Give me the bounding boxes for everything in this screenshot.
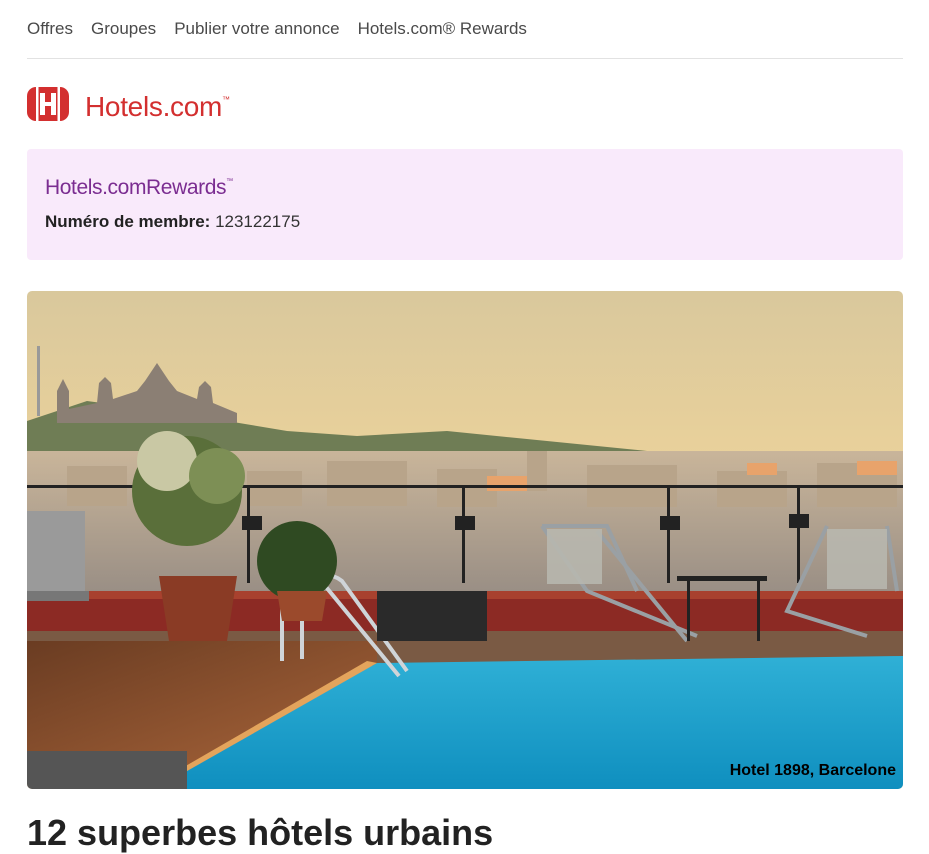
member-number-label: Numéro de membre: [45, 212, 211, 231]
rewards-logo: Hotels.comRewards™ [45, 176, 233, 200]
article-headline: 12 superbes hôtels urbains [27, 812, 494, 853]
nav-link-list-property[interactable]: Publier votre annonce [174, 19, 339, 39]
hero-caption: Hotel 1898, Barcelone [729, 762, 896, 779]
hotels-h-icon [27, 83, 69, 130]
top-navigation: Offres Groupes Publier votre annonce Hot… [27, 0, 903, 59]
nav-link-rewards[interactable]: Hotels.com® Rewards [358, 19, 527, 39]
brand-wordmark: Hotels.com™ [85, 91, 230, 123]
rewards-member-card: Hotels.comRewards™ Numéro de membre: 123… [27, 149, 903, 260]
brand-name: Hotels.com [85, 90, 223, 122]
rewards-brand-name: Hotels.com [45, 176, 147, 199]
nav-link-groups[interactable]: Groupes [91, 19, 156, 39]
hero-image[interactable]: Hotel 1898, Barcelone [27, 291, 903, 789]
rewards-trademark: ™ [226, 178, 233, 185]
rooftop-pool-photo [27, 291, 903, 789]
member-number-value: 123122175 [215, 212, 301, 231]
brand-trademark: ™ [222, 94, 230, 104]
nav-link-offers[interactable]: Offres [27, 19, 73, 39]
rewards-brand-suffix: Rewards [146, 176, 227, 199]
hotels-logo[interactable]: Hotels.com™ [27, 83, 230, 130]
member-number-row: Numéro de membre: 123122175 [45, 212, 300, 232]
